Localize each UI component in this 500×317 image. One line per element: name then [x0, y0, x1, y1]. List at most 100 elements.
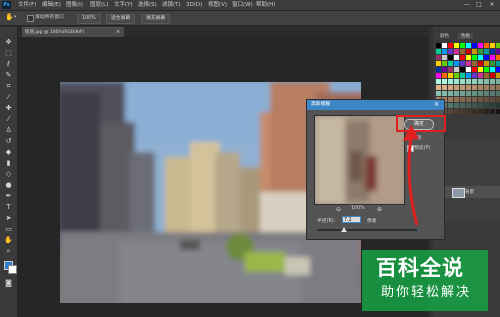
color-swatch[interactable]	[496, 103, 500, 108]
color-swatch[interactable]	[454, 79, 459, 84]
background-color-swatch[interactable]	[8, 265, 17, 274]
color-swatch[interactable]	[496, 91, 500, 96]
chevron-down-icon[interactable]: ▾	[14, 14, 17, 20]
color-swatch[interactable]	[484, 109, 489, 114]
zoom-out-icon[interactable]: ⊖	[336, 206, 341, 213]
color-swatch[interactable]	[472, 109, 477, 114]
color-swatch[interactable]	[460, 109, 465, 114]
color-swatch[interactable]	[448, 73, 453, 78]
color-swatch[interactable]	[436, 73, 441, 78]
color-swatch[interactable]	[484, 73, 489, 78]
maximize-button[interactable]: □	[474, 1, 484, 9]
move-icon[interactable]: ✥	[4, 38, 13, 46]
color-swatch[interactable]	[490, 49, 495, 54]
hand-tool-icon[interactable]: ✋	[4, 236, 13, 244]
color-swatch[interactable]	[496, 43, 500, 48]
color-swatch[interactable]	[460, 103, 465, 108]
radius-input[interactable]: 7.2	[342, 216, 361, 223]
healing-brush-icon[interactable]: ✚	[4, 104, 13, 112]
color-swatch[interactable]	[442, 61, 447, 66]
menu-select[interactable]: 选择(S)	[138, 1, 157, 9]
gradient-icon[interactable]: ▮	[4, 159, 13, 167]
document-tab[interactable]: 街道.jpg @ 100%(RGB/8#) ×	[22, 27, 124, 37]
color-swatch[interactable]	[484, 61, 489, 66]
blur-preview[interactable]	[314, 115, 405, 205]
menu-filter[interactable]: 滤镜(T)	[162, 1, 181, 9]
color-swatch[interactable]	[484, 85, 489, 90]
color-swatch[interactable]	[496, 55, 500, 60]
marquee-icon[interactable]: ⬚	[4, 49, 13, 57]
color-swatch[interactable]	[484, 55, 489, 60]
color-swatch[interactable]	[478, 73, 483, 78]
color-swatch[interactable]	[490, 103, 495, 108]
color-swatch[interactable]	[478, 79, 483, 84]
tab-swatches[interactable]: 色板	[458, 33, 473, 39]
fill-screen-button[interactable]: 填充屏幕	[141, 14, 171, 24]
color-swatch[interactable]	[496, 97, 500, 102]
color-swatch[interactable]	[448, 55, 453, 60]
color-swatch[interactable]	[496, 61, 500, 66]
radius-slider-thumb[interactable]	[341, 227, 347, 232]
tab-color[interactable]: 颜色	[440, 33, 449, 39]
color-swatch[interactable]	[454, 103, 459, 108]
eraser-icon[interactable]: ◆	[4, 148, 13, 156]
color-swatch[interactable]	[466, 61, 471, 66]
color-swatch[interactable]	[484, 79, 489, 84]
color-swatch[interactable]	[496, 67, 500, 72]
color-swatch[interactable]	[478, 49, 483, 54]
close-window-button[interactable]: ✕	[487, 1, 497, 9]
history-brush-icon[interactable]: ↺	[4, 137, 13, 145]
color-swatch[interactable]	[490, 97, 495, 102]
minimize-button[interactable]: —	[462, 1, 472, 9]
color-swatch[interactable]	[436, 85, 441, 90]
color-swatch[interactable]	[460, 91, 465, 96]
color-swatch[interactable]	[448, 43, 453, 48]
color-swatch[interactable]	[478, 43, 483, 48]
path-select-icon[interactable]: ➤	[4, 214, 13, 222]
color-swatch[interactable]	[442, 73, 447, 78]
color-swatch[interactable]	[490, 91, 495, 96]
color-swatch[interactable]	[496, 49, 500, 54]
color-swatch[interactable]	[448, 79, 453, 84]
color-swatch[interactable]	[448, 109, 453, 114]
scroll-all-windows-checkbox[interactable]	[27, 15, 34, 22]
menu-edit[interactable]: 编辑(E)	[42, 1, 61, 9]
color-swatch[interactable]	[490, 79, 495, 84]
pen-icon[interactable]: ✒	[4, 192, 13, 200]
color-swatch[interactable]	[436, 49, 441, 54]
color-swatch[interactable]	[496, 85, 500, 90]
color-swatch[interactable]	[436, 55, 441, 60]
color-swatch[interactable]	[460, 43, 465, 48]
color-swatch[interactable]	[484, 67, 489, 72]
color-swatch[interactable]	[448, 103, 453, 108]
color-swatch[interactable]	[454, 97, 459, 102]
menu-type[interactable]: 文字(Y)	[114, 1, 133, 9]
color-swatch[interactable]	[466, 103, 471, 108]
color-swatch[interactable]	[472, 85, 477, 90]
color-swatch[interactable]	[472, 43, 477, 48]
color-swatch[interactable]	[448, 49, 453, 54]
color-swatch[interactable]	[466, 73, 471, 78]
color-swatch[interactable]	[436, 43, 441, 48]
color-swatch[interactable]	[442, 55, 447, 60]
color-swatch[interactable]	[460, 67, 465, 72]
color-swatch[interactable]	[454, 109, 459, 114]
color-swatch[interactable]	[484, 91, 489, 96]
color-swatch[interactable]	[472, 79, 477, 84]
color-swatch[interactable]	[454, 49, 459, 54]
color-swatch[interactable]	[478, 85, 483, 90]
color-swatch[interactable]	[490, 61, 495, 66]
color-swatch[interactable]	[472, 97, 477, 102]
color-swatch[interactable]	[466, 91, 471, 96]
color-swatch[interactable]	[466, 67, 471, 72]
color-swatch[interactable]	[472, 91, 477, 96]
color-swatch[interactable]	[490, 67, 495, 72]
color-swatch[interactable]	[478, 61, 483, 66]
color-swatch[interactable]	[466, 97, 471, 102]
color-swatch[interactable]	[448, 97, 453, 102]
color-swatch[interactable]	[490, 55, 495, 60]
color-swatch[interactable]	[454, 73, 459, 78]
color-swatch[interactable]	[442, 91, 447, 96]
color-swatch[interactable]	[478, 109, 483, 114]
color-swatch[interactable]	[448, 61, 453, 66]
